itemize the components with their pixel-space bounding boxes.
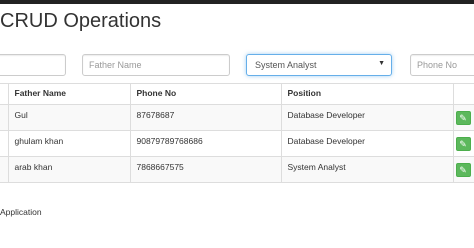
- name-cell: [0, 104, 9, 131]
- actions-cell: ✎: [452, 156, 474, 183]
- records-table: Father Name Phone No Position Gul 876786…: [0, 83, 474, 183]
- top-navbar: [0, 0, 474, 4]
- column-header-father-name: Father Name: [7, 83, 131, 105]
- edit-button[interactable]: ✎: [455, 163, 471, 177]
- phone-input[interactable]: [410, 54, 474, 76]
- actions-cell: ✎: [452, 104, 474, 131]
- caret-down-icon: ▼: [378, 60, 385, 67]
- father-name-cell: ghulam khan: [7, 130, 131, 157]
- pencil-icon: ✎: [459, 113, 467, 123]
- page: CRUD Operations System Analyst ▼ Father …: [0, 0, 474, 248]
- name-cell: [0, 130, 9, 157]
- position-select-value: System Analyst: [255, 60, 317, 70]
- position-cell: Database Developer: [280, 130, 454, 157]
- position-select[interactable]: System Analyst ▼: [246, 54, 392, 76]
- page-title: CRUD Operations: [0, 10, 162, 32]
- father-name-cell: arab khan: [7, 156, 131, 183]
- name-cell: [0, 156, 9, 183]
- table-header-row: Father Name Phone No Position: [0, 83, 474, 105]
- position-cell: System Analyst: [280, 156, 454, 183]
- father-name-input[interactable]: [82, 54, 230, 76]
- table-row: arab khan 7868667575 System Analyst ✎: [0, 156, 474, 183]
- pencil-icon: ✎: [459, 165, 467, 175]
- phone-cell: 7868667575: [129, 156, 282, 183]
- pencil-icon: ✎: [459, 139, 467, 149]
- phone-cell: 90879789768686: [129, 130, 282, 157]
- actions-cell: ✎: [452, 130, 474, 157]
- name-input[interactable]: [0, 54, 66, 76]
- column-header-position: Position: [280, 83, 454, 105]
- table-row: ghulam khan 90879789768686 Database Deve…: [0, 130, 474, 157]
- column-header-actions: [452, 83, 474, 105]
- table-row: Gul 87678687 Database Developer ✎: [0, 104, 474, 131]
- column-header-phone-no: Phone No: [129, 83, 282, 105]
- edit-button[interactable]: ✎: [455, 137, 471, 151]
- edit-button[interactable]: ✎: [455, 111, 471, 125]
- father-name-cell: Gul: [7, 104, 131, 131]
- footer-text: Application: [0, 207, 42, 217]
- column-header-name: [0, 83, 9, 105]
- position-cell: Database Developer: [280, 104, 454, 131]
- phone-cell: 87678687: [129, 104, 282, 131]
